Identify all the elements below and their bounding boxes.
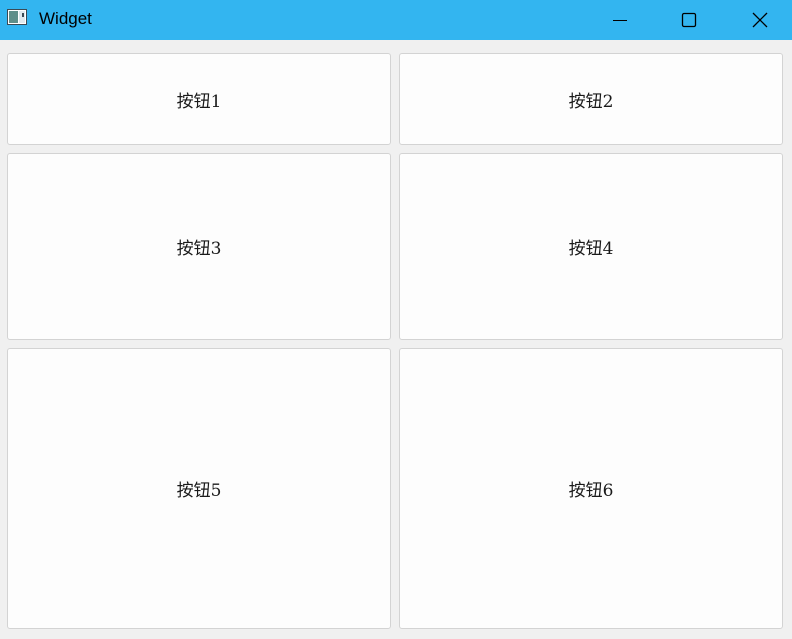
maximize-icon: [681, 12, 697, 28]
maximize-button[interactable]: [666, 0, 712, 40]
window-title: Widget: [39, 9, 92, 28]
window-app-icon: [7, 9, 27, 25]
button-5[interactable]: 按钮5: [7, 348, 391, 629]
button-1-label: 按钮1: [176, 91, 222, 112]
button-6-label: 按钮6: [568, 481, 614, 501]
button-3-label: 按钮3: [176, 239, 222, 259]
button-4-label: 按钮4: [568, 239, 614, 259]
app-window: Widget 按钮1 按钮2 按钮3 按钮4 按钮5 按钮6: [0, 0, 792, 639]
minimize-icon: [612, 12, 628, 28]
button-1[interactable]: 按钮1: [7, 53, 391, 145]
button-2[interactable]: 按钮2: [399, 53, 783, 145]
minimize-button[interactable]: [597, 0, 643, 40]
button-2-label: 按钮2: [568, 91, 614, 112]
close-icon: [752, 12, 768, 28]
button-3[interactable]: 按钮3: [7, 153, 391, 340]
close-button[interactable]: [737, 0, 783, 40]
button-6[interactable]: 按钮6: [399, 348, 783, 629]
button-5-label: 按钮5: [176, 481, 222, 501]
button-4[interactable]: 按钮4: [399, 153, 783, 340]
title-bar[interactable]: Widget: [0, 0, 792, 40]
